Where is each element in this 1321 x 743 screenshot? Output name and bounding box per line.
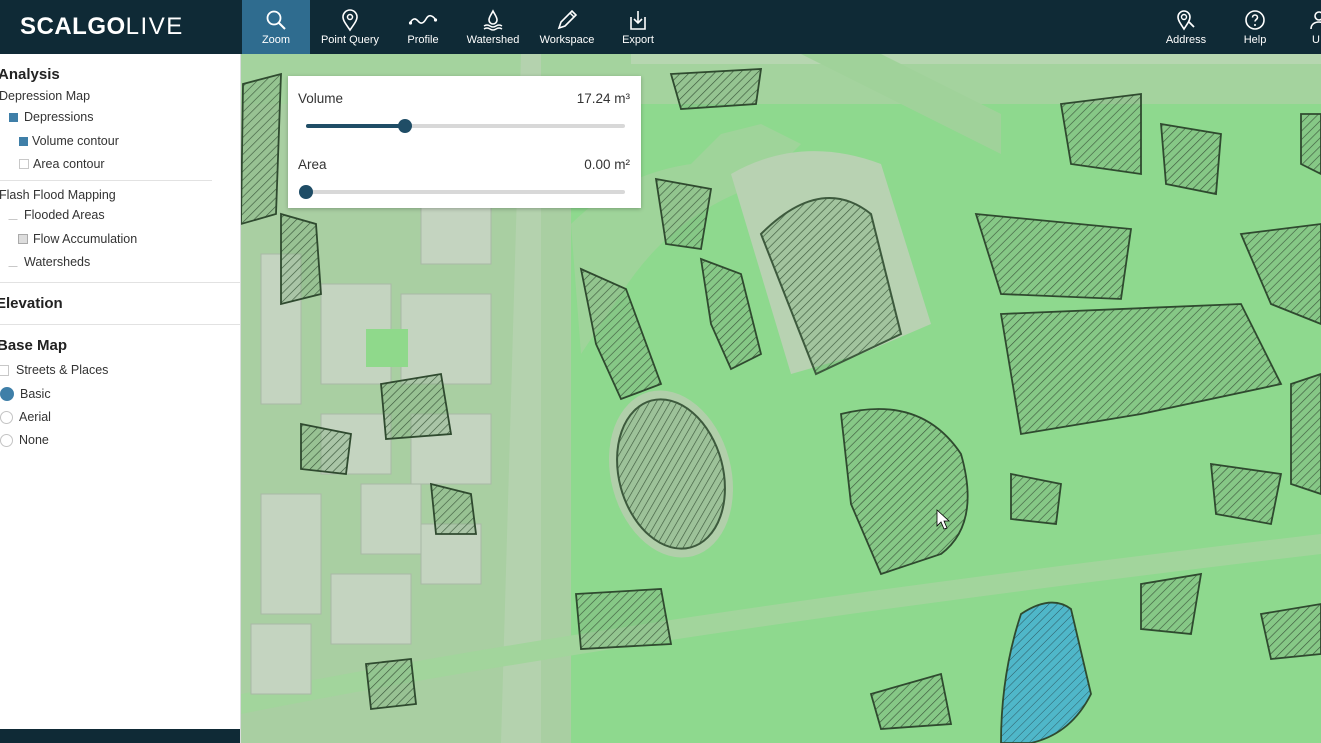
- sidebar-footer-bar: [0, 729, 240, 743]
- streets-places-checkbox[interactable]: [0, 364, 9, 376]
- tool-help[interactable]: Help: [1238, 0, 1272, 54]
- layer-area-contour[interactable]: Area contour: [19, 157, 105, 171]
- flow-accumulation-label: Flow Accumulation: [33, 232, 138, 246]
- divider: [0, 324, 240, 325]
- tool-workspace[interactable]: Workspace: [536, 0, 598, 54]
- basemap-basic-label: Basic: [20, 387, 51, 401]
- depression-map-heading[interactable]: Depression Map: [0, 89, 90, 103]
- layer-flow-accumulation[interactable]: Flow Accumulation: [18, 232, 137, 246]
- flooded-areas-checkbox[interactable]: [8, 210, 18, 220]
- tool-profile[interactable]: Profile: [395, 0, 451, 54]
- volume-contour-label: Volume contour: [32, 134, 119, 148]
- volume-slider-handle[interactable]: [397, 119, 412, 133]
- watersheds-checkbox[interactable]: [8, 257, 18, 267]
- layer-watersheds[interactable]: Watersheds: [8, 255, 90, 269]
- layer-streets-places[interactable]: Streets & Places: [0, 363, 108, 377]
- basemap-none-label: None: [19, 433, 49, 447]
- volume-label: Volume: [298, 91, 344, 106]
- layers-sidebar: Analysis Depression Map Depressions Volu…: [0, 54, 240, 743]
- area-value: 0.00 m²: [584, 157, 630, 172]
- top-toolbar: SCALGO LIVE Zoom Point Query Profile Wate…: [0, 0, 1321, 54]
- tool-address[interactable]: Address: [1162, 0, 1210, 54]
- address-search-icon: [1177, 10, 1195, 31]
- scalgo-live-logo[interactable]: SCALGO LIVE: [20, 13, 184, 41]
- tool-profile-label: Profile: [407, 34, 439, 46]
- help-icon: [1245, 10, 1265, 30]
- map-pin-icon: [342, 9, 358, 32]
- basemap-basic[interactable]: Basic: [0, 387, 51, 401]
- profile-line-icon: [408, 14, 438, 25]
- tool-watershed-label: Watershed: [466, 34, 520, 46]
- layer-volume-contour[interactable]: Volume contour: [19, 134, 119, 148]
- flash-flood-heading[interactable]: Flash Flood Mapping: [0, 188, 116, 202]
- base-map-heading[interactable]: Base Map: [0, 337, 67, 354]
- watershed-icon: [483, 9, 503, 31]
- tool-export[interactable]: Export: [612, 0, 664, 54]
- tool-user[interactable]: U: [1304, 0, 1321, 54]
- search-icon: [266, 10, 286, 30]
- export-icon: [630, 11, 646, 30]
- basemap-none[interactable]: None: [0, 433, 49, 447]
- tool-watershed[interactable]: Watershed: [462, 0, 524, 54]
- area-slider-handle[interactable]: [299, 185, 313, 199]
- divider: [0, 180, 212, 181]
- tool-workspace-label: Workspace: [539, 34, 595, 46]
- basemap-none-radio[interactable]: [0, 433, 13, 447]
- flooded-areas-label: Flooded Areas: [24, 208, 105, 222]
- depression-filter-panel: Volume 17.24 m³ Area 0.00 m²: [288, 76, 641, 208]
- tool-point-query[interactable]: Point Query: [314, 0, 386, 54]
- basemap-basic-radio[interactable]: [0, 387, 14, 401]
- tool-help-label: Help: [1243, 34, 1267, 46]
- analysis-heading[interactable]: Analysis: [0, 66, 60, 83]
- tool-zoom-label: Zoom: [261, 34, 291, 46]
- volume-value: 17.24 m³: [576, 91, 630, 106]
- watersheds-label: Watersheds: [24, 255, 91, 269]
- logo-bold-text: SCALGO: [20, 13, 126, 40]
- elevation-heading[interactable]: Elevation: [0, 295, 63, 312]
- volume-contour-checkbox[interactable]: [19, 136, 28, 146]
- tool-point-query-label: Point Query: [320, 34, 380, 46]
- depressions-checkbox[interactable]: [9, 112, 18, 122]
- basemap-aerial-label: Aerial: [19, 410, 51, 424]
- tool-export-label: Export: [622, 34, 654, 46]
- tool-address-label: Address: [1165, 34, 1207, 46]
- volume-slider-fill: [306, 124, 405, 128]
- area-contour-label: Area contour: [33, 157, 105, 171]
- depressions-label: Depressions: [24, 110, 94, 124]
- area-slider-track[interactable]: [306, 190, 625, 194]
- layer-depressions[interactable]: Depressions: [9, 110, 93, 124]
- basemap-aerial-radio[interactable]: [0, 410, 13, 424]
- tool-zoom[interactable]: Zoom: [242, 0, 310, 54]
- area-label: Area: [298, 157, 327, 172]
- area-contour-checkbox[interactable]: [19, 159, 29, 169]
- divider: [0, 282, 240, 283]
- flow-accumulation-checkbox[interactable]: [18, 234, 28, 244]
- logo-light-text: LIVE: [125, 13, 184, 40]
- streets-places-label: Streets & Places: [16, 363, 109, 377]
- tool-user-label: U: [1312, 34, 1320, 46]
- user-icon: [1310, 11, 1321, 30]
- basemap-aerial[interactable]: Aerial: [0, 410, 51, 424]
- pencil-icon: [557, 9, 578, 30]
- layer-flooded-areas[interactable]: Flooded Areas: [8, 208, 105, 222]
